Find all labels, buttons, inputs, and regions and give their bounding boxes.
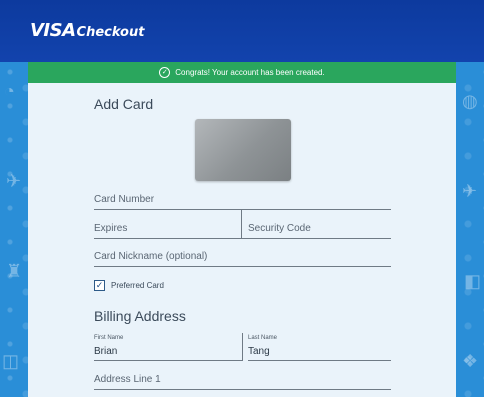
name-divider [242, 333, 243, 361]
success-banner: ✓ Congrats! Your account has been create… [28, 62, 456, 83]
airplane-icon-right: ✈ [462, 181, 478, 201]
address-line1-field[interactable]: Address Line 1 [94, 368, 391, 390]
add-card-title: Add Card [94, 96, 154, 112]
card-nickname-placeholder: Card Nickname (optional) [94, 251, 208, 262]
airplane-icon: ✈ [6, 171, 22, 191]
bag-icon: ◧ [464, 271, 482, 291]
card-nickname-field[interactable]: Card Nickname (optional) [94, 245, 391, 267]
shirt-icon: ♜ [6, 261, 23, 281]
last-name-value: Tang [248, 346, 270, 357]
address-line1-placeholder: Address Line 1 [94, 374, 161, 385]
last-name-field[interactable]: Last Name Tang [248, 333, 391, 361]
first-name-value: Brian [94, 346, 118, 357]
last-name-label: Last Name [248, 335, 278, 341]
first-name-label: First Name [94, 335, 124, 341]
preferred-card-checkbox[interactable]: ✓ [94, 280, 105, 291]
preferred-card-option[interactable]: ✓ Preferred Card [94, 280, 164, 291]
first-name-field[interactable]: First Name Brian [94, 333, 242, 361]
banner-message: Congrats! Your account has been created. [175, 68, 325, 77]
card-number-field[interactable]: Card Number [94, 188, 391, 210]
logo-brand: VISA [30, 20, 76, 41]
plate-icon: ◍ [462, 91, 478, 111]
gift-icon: ❖ [462, 351, 479, 371]
check-circle-icon: ✓ [159, 67, 171, 78]
pizza-icon: ◔ [4, 81, 15, 101]
header-bar: VISACheckout [0, 0, 484, 62]
logo-product: Checkout [76, 25, 145, 40]
shopping-icon: ◫ [2, 351, 20, 371]
billing-address-title: Billing Address [94, 308, 186, 324]
preferred-card-label: Preferred Card [111, 281, 164, 290]
checkmark-icon: ✓ [95, 280, 104, 290]
card-image [195, 119, 291, 181]
expires-placeholder: Expires [94, 223, 128, 234]
visa-checkout-logo: VISACheckout [30, 21, 144, 43]
security-code-field[interactable] [242, 210, 391, 239]
card-number-placeholder: Card Number [94, 194, 155, 205]
